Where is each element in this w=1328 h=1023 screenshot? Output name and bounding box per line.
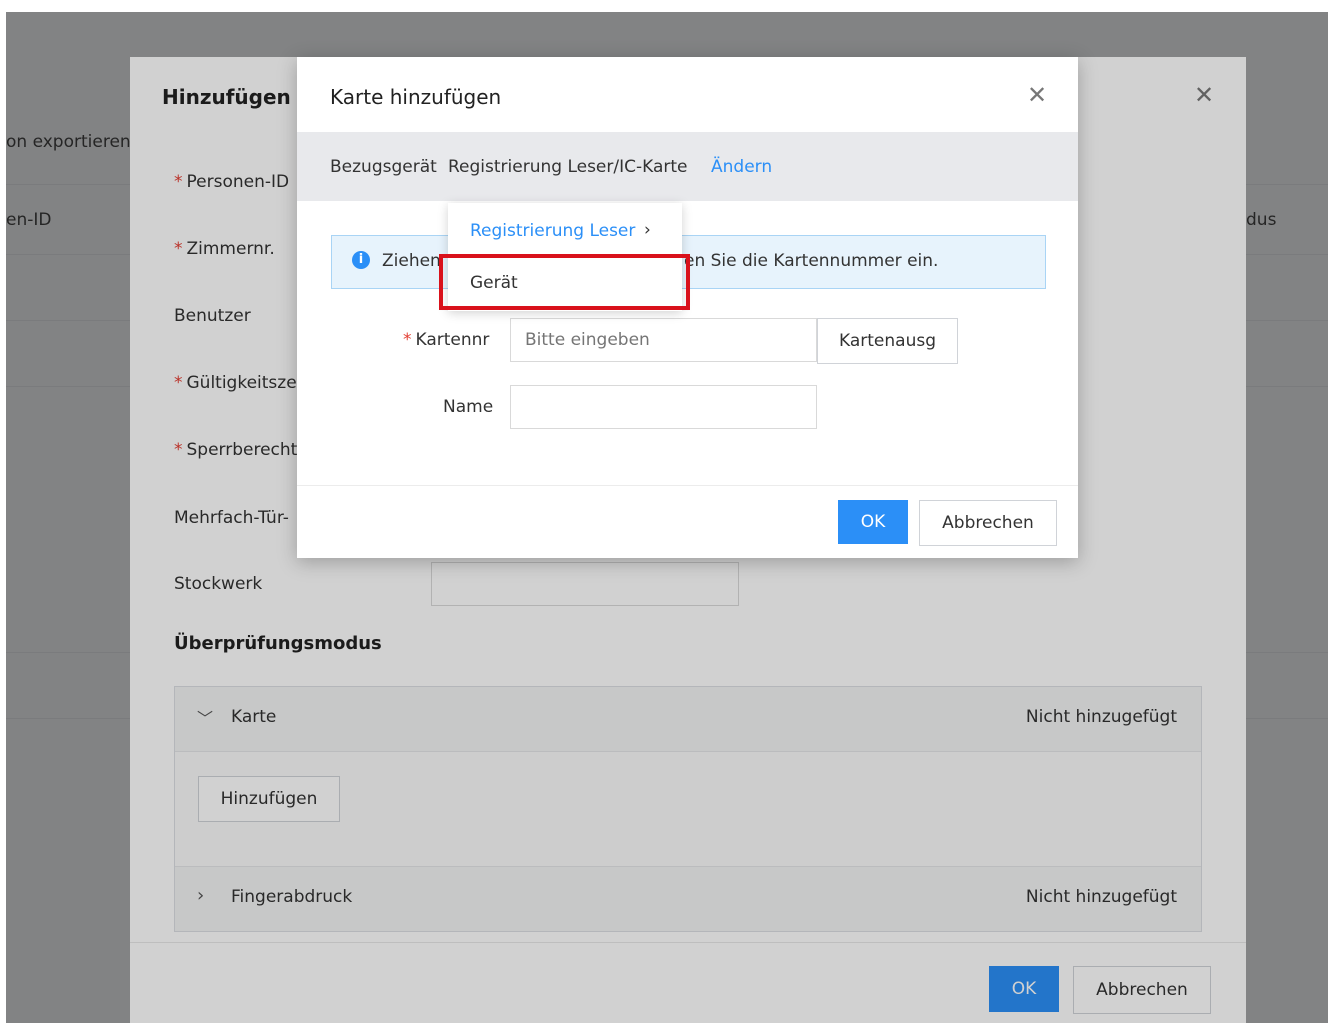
dropdown-item-registration-reader[interactable]: Registrierung Leser [470,221,635,241]
info-icon: i [352,251,370,269]
ok-button[interactable]: OK [838,500,908,544]
source-device-bar: Bezugsgerät Registrierung Leser/IC-Karte… [297,132,1078,201]
source-value: Registrierung Leser/IC-Karte [448,157,688,177]
card-number-input[interactable] [510,318,817,362]
info-text-right: en Sie die Kartennummer ein. [684,251,939,271]
change-link[interactable]: Ändern [711,157,772,177]
info-text-left: Ziehen [382,251,441,271]
footer-divider [297,485,1078,486]
source-label: Bezugsgerät [330,157,437,177]
name-label: Name [443,397,494,417]
dialog-title: Karte hinzufügen [330,85,502,109]
cancel-button[interactable]: Abbrechen [919,500,1057,546]
card-issue-button[interactable]: Kartenausg [817,318,958,364]
close-icon[interactable]: ✕ [1027,81,1047,109]
chevron-right-icon: › [644,220,651,240]
card-number-label: * Kartennr [403,330,490,350]
highlight-box [439,254,690,310]
name-input[interactable] [510,385,817,429]
